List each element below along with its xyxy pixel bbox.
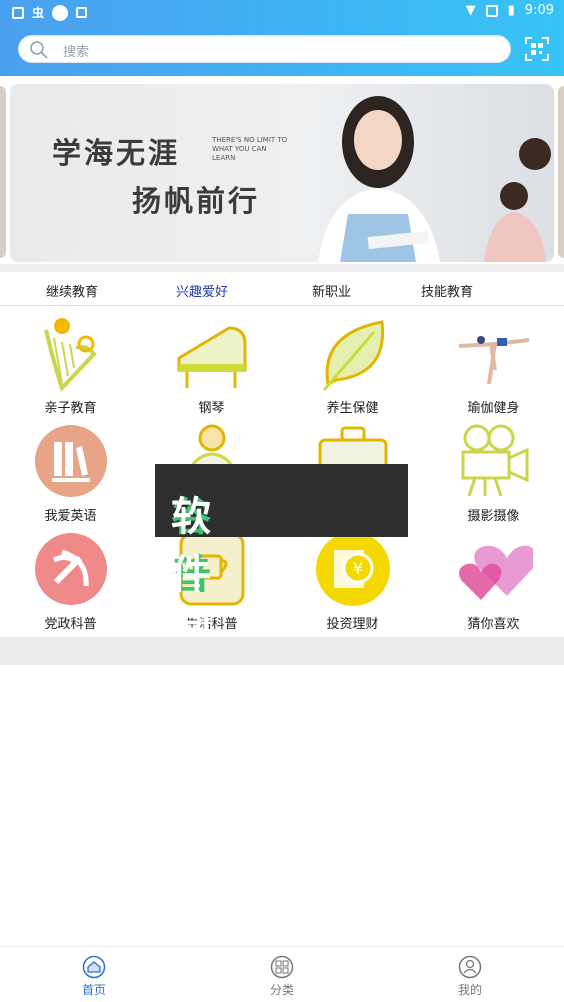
category-investment[interactable]: ¥ 投资理财 xyxy=(282,522,423,632)
category-tabs: 继续教育 兴趣爱好 新职业 技能教育 xyxy=(0,272,564,306)
category-yoga[interactable]: 瑜伽健身 xyxy=(423,306,564,416)
harp-icon xyxy=(44,318,97,392)
status-bar: 虫 ▼ ▮ 9:09 xyxy=(0,0,564,24)
watermark-white-text: 软件园 xyxy=(171,494,213,656)
bottom-nav: 首页 分类 我的 xyxy=(0,946,564,1002)
nav-home[interactable]: 首页 xyxy=(54,955,134,998)
circle-icon xyxy=(52,4,69,21)
banner-next-peek xyxy=(558,86,564,258)
profile-icon xyxy=(458,955,482,979)
app-header: 虫 ▼ ▮ 9:09 搜索 xyxy=(0,0,564,76)
nav-label: 分类 xyxy=(269,983,294,997)
banner-prev-peek xyxy=(0,86,6,258)
leaf-icon xyxy=(322,320,385,391)
category-label: 党政科普 xyxy=(44,617,97,632)
a-icon xyxy=(76,7,88,18)
footer-divider xyxy=(0,637,564,665)
hearts-icon xyxy=(459,545,533,600)
category-icon xyxy=(270,955,294,979)
signal-icon xyxy=(485,4,498,17)
section-divider xyxy=(0,264,564,272)
banner-carousel[interactable]: 学海无涯 THERE'S NO LIMIT TO WHAT YOU CAN LE… xyxy=(0,82,564,264)
category-recommended[interactable]: 猜你喜欢 xyxy=(423,522,564,632)
svg-text:¥: ¥ xyxy=(353,559,363,578)
category-english[interactable]: 我爱英语 xyxy=(0,414,141,524)
nav-label: 首页 xyxy=(81,983,106,997)
banner-english: THERE'S NO LIMIT TO WHAT YOU CAN LEARN xyxy=(212,136,288,162)
background-students xyxy=(484,138,551,262)
category-photography[interactable]: 摄影摄像 xyxy=(423,414,564,524)
wifi-icon: ▼ xyxy=(465,3,476,18)
party-emblem-icon xyxy=(35,533,107,605)
category-piano[interactable]: 钢琴 xyxy=(141,306,282,416)
nav-profile[interactable]: 我的 xyxy=(430,955,510,998)
search-icon xyxy=(30,41,48,59)
search-input[interactable]: 搜索 xyxy=(18,35,511,63)
piano-icon xyxy=(177,326,247,388)
bug-icon: 虫 xyxy=(32,6,45,20)
scan-qr-icon[interactable] xyxy=(525,37,549,61)
watermark: 谷普 软件园 xyxy=(155,464,408,656)
books-icon xyxy=(35,425,107,497)
nav-label: 我的 xyxy=(457,983,482,997)
coin-icon: ¥ xyxy=(316,532,390,606)
category-party-science[interactable]: 党政科普 xyxy=(0,522,141,632)
category-label: 猜你喜欢 xyxy=(467,617,520,632)
notification-icon xyxy=(12,6,24,19)
category-label: 投资理财 xyxy=(326,617,379,632)
banner-line1: 学海无涯 xyxy=(52,136,181,170)
tab-continuing-education[interactable]: 继续教育 xyxy=(46,281,98,300)
tab-skills-education[interactable]: 技能教育 xyxy=(421,281,473,300)
category-health[interactable]: 养生保健 xyxy=(282,306,423,416)
search-placeholder: 搜索 xyxy=(63,45,90,60)
yoga-icon xyxy=(458,336,530,385)
category-parenting[interactable]: 亲子教育 xyxy=(0,306,141,416)
nav-category[interactable]: 分类 xyxy=(242,955,322,998)
battery-icon: ▮ xyxy=(507,3,515,18)
banner-slide[interactable]: 学海无涯 THERE'S NO LIMIT TO WHAT YOU CAN LE… xyxy=(10,84,554,262)
tab-new-careers[interactable]: 新职业 xyxy=(312,281,351,300)
status-time: 9:09 xyxy=(524,3,554,18)
student-photo xyxy=(318,96,440,262)
camera-icon xyxy=(461,424,529,497)
banner-line2: 扬帆前行 xyxy=(132,184,261,218)
tab-hobbies[interactable]: 兴趣爱好 xyxy=(176,281,228,300)
home-icon xyxy=(82,955,106,979)
